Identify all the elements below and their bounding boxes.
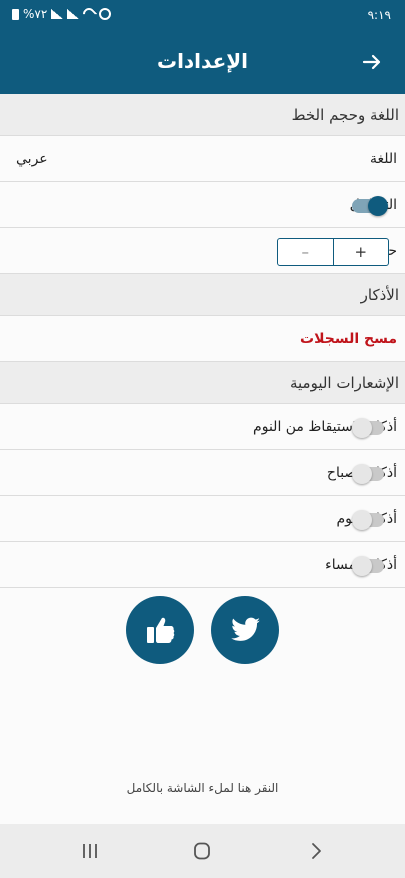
like-button[interactable] (126, 596, 194, 664)
toggle-thumb (352, 464, 372, 484)
back-button[interactable] (352, 44, 392, 80)
font-size-stepper: – + (277, 238, 389, 266)
signal-icon (51, 9, 64, 19)
page-title: الإعدادات (156, 49, 249, 73)
notification-label-wakeup: أذكار الاستيقاظ من النوم (253, 418, 397, 435)
notification-row-morning: أذكار الصباح (0, 450, 405, 496)
recents-button[interactable] (76, 838, 104, 864)
notification-toggle-wakeup[interactable] (352, 418, 388, 438)
diacritics-label: التشكيل (0, 197, 397, 213)
notification-label-morning: أذكار الصباح (326, 464, 397, 481)
clear-logs-row[interactable]: مسح السجلات (0, 316, 405, 362)
notification-row-evening: أذكار المساء (0, 542, 405, 588)
alarm-icon (99, 8, 112, 20)
nav-back-button[interactable] (302, 838, 330, 864)
fullscreen-hint[interactable]: النقر هنا لملء الشاشة بالكامل (0, 781, 405, 795)
battery-percent: %٧٢ (23, 7, 48, 21)
notification-row-wakeup: أذكار الاستيقاظ من النوم (0, 404, 405, 450)
status-bar: %٧٢ ٩:١٩ (0, 0, 405, 30)
toggle-thumb (352, 510, 372, 530)
language-value[interactable]: عربي (16, 151, 48, 167)
app-bar: الإعدادات (0, 30, 405, 94)
font-size-row: حجم الخط – + (0, 228, 405, 274)
diacritics-toggle[interactable] (352, 196, 388, 216)
font-size-decrease-button[interactable]: – (278, 239, 334, 265)
notification-toggle-morning[interactable] (352, 464, 388, 484)
notification-label-sleep: أذكار النوم (336, 510, 397, 527)
thumbs-up-icon (147, 617, 175, 643)
settings-content: اللغة وحجم الخط اللغة عربي التشكيل حجم ا… (0, 94, 405, 824)
notification-toggle-evening[interactable] (352, 556, 388, 576)
home-icon (194, 842, 210, 860)
status-icons: %٧٢ (12, 5, 112, 23)
system-nav-bar (0, 824, 405, 878)
twitter-button[interactable] (211, 596, 279, 664)
language-label: اللغة (369, 150, 397, 167)
status-time: ٩:١٩ (367, 8, 391, 22)
toggle-thumb (352, 418, 372, 438)
notification-label-evening: أذكار المساء (325, 556, 397, 573)
font-size-increase-button[interactable]: + (334, 239, 389, 265)
signal-icon-2 (67, 9, 80, 19)
battery-icon (12, 8, 19, 20)
language-row[interactable]: اللغة عربي (0, 136, 405, 182)
chevron-right-icon (312, 843, 321, 859)
section-header-azkar: الأذكار (0, 274, 405, 316)
home-button[interactable] (188, 838, 216, 864)
twitter-icon (231, 617, 260, 641)
toggle-thumb (352, 556, 372, 576)
diacritics-row: التشكيل (0, 182, 405, 228)
clear-logs-button[interactable]: مسح السجلات (0, 331, 397, 347)
notification-toggle-sleep[interactable] (352, 510, 388, 530)
section-header-notifications: الإشعارات اليومية (0, 362, 405, 404)
notification-row-sleep: أذكار النوم (0, 496, 405, 542)
toggle-thumb (368, 196, 388, 216)
section-header-font: اللغة وحجم الخط (0, 94, 405, 136)
recents-icon (83, 844, 97, 858)
wifi-icon (80, 5, 98, 23)
arrow-right-icon (362, 54, 381, 70)
